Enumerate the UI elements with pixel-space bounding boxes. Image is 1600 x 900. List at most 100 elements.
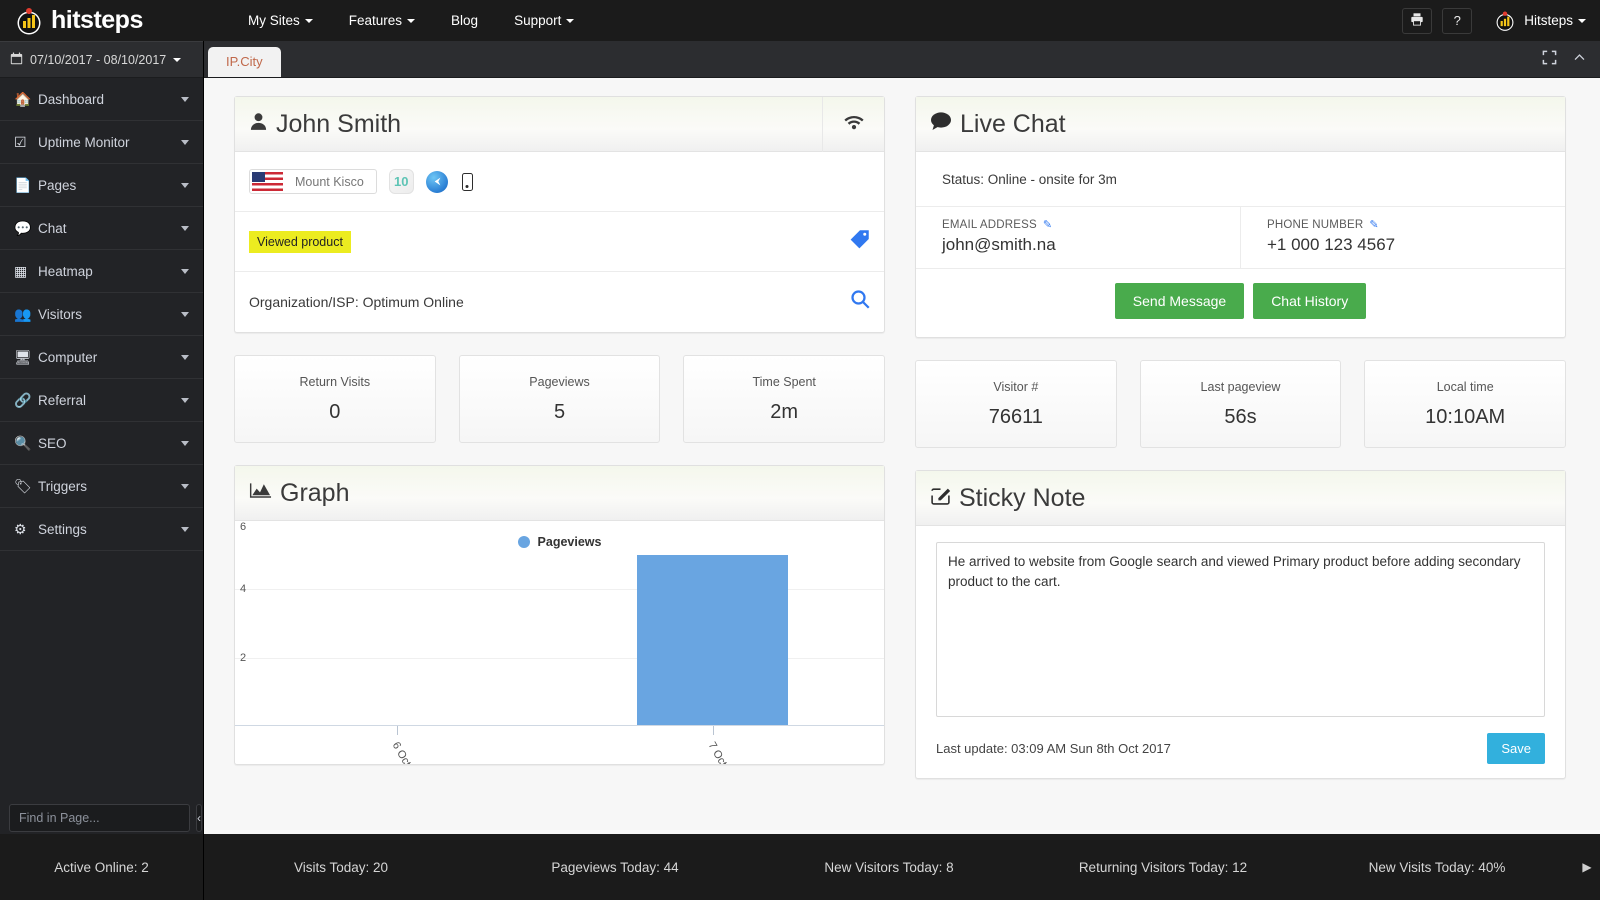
visitor-location-row: Mount Kisco 10 (235, 152, 884, 212)
sidebar-item-computer[interactable]: 🖥 Computer (0, 336, 203, 379)
users-icon: 👥 (14, 306, 38, 323)
stat-label: Time Spent (752, 375, 815, 389)
menu-item-support[interactable]: Support (496, 0, 592, 41)
sticky-note-footer: Last update: 03:09 AM Sun 8th Oct 2017 S… (936, 733, 1545, 764)
chevron-down-icon (181, 97, 189, 102)
main-content: John Smith (204, 78, 1600, 834)
mobile-icon (462, 173, 473, 191)
save-button[interactable]: Save (1487, 733, 1545, 764)
edit-icon (930, 485, 951, 512)
sidebar-item-triggers[interactable]: 🏷 Triggers (0, 465, 203, 508)
phone-label: PHONE NUMBER (1267, 219, 1363, 231)
menu-item-features[interactable]: Features (331, 0, 433, 41)
chevron-down-icon (1578, 19, 1586, 23)
sticky-note-textarea[interactable] (936, 542, 1545, 717)
x-tick (397, 726, 398, 735)
wifi-icon (844, 114, 864, 135)
main-menu: My Sites Features Blog Support (230, 0, 592, 41)
sidebar-item-label: Dashboard (38, 92, 181, 107)
footer-visits-today: Visits Today: 20 (204, 860, 478, 875)
footer-status-bar: Visits Today: 20 Pageviews Today: 44 New… (204, 834, 1600, 900)
isp-label: Organization/ISP: Optimum Online (249, 294, 464, 310)
pencil-icon[interactable]: ✎ (1369, 218, 1378, 231)
graph-title-label: Graph (280, 479, 349, 508)
graph-title: Graph (235, 479, 349, 508)
send-message-button[interactable]: Send Message (1115, 283, 1244, 319)
gears-icon: ⚙ (14, 521, 38, 538)
top-navbar: hitsteps My Sites Features Blog Support … (0, 0, 1600, 41)
help-button[interactable]: ? (1442, 8, 1472, 34)
expand-icon[interactable] (1542, 50, 1557, 68)
brand-logo-area[interactable]: hitsteps (0, 6, 196, 36)
right-column: Live Chat Status: Online - onsite for 3m… (915, 96, 1566, 801)
stat-label: Last pageview (1201, 380, 1281, 394)
sidebar-item-label: Visitors (38, 307, 181, 322)
menu-item-blog[interactable]: Blog (433, 0, 496, 41)
link-icon: 🔗 (14, 392, 38, 409)
live-chat-title-label: Live Chat (960, 110, 1066, 139)
y-tick-label: 2 (240, 652, 246, 664)
footer-returning-visitors-today: Returning Visitors Today: 12 (1026, 860, 1300, 875)
sidebar-item-label: Referral (38, 393, 181, 408)
stat-visitor-number: Visitor # 76611 (915, 360, 1117, 448)
connection-status[interactable] (822, 97, 884, 152)
sidebar-item-settings[interactable]: ⚙ Settings (0, 508, 203, 551)
date-range-picker[interactable]: 07/10/2017 - 08/10/2017 (0, 41, 203, 78)
sidebar-item-label: Pages (38, 178, 181, 193)
sidebar-item-dashboard[interactable]: 🏠 Dashboard (0, 78, 203, 121)
sidebar-collapse-button[interactable]: ‹ (196, 804, 202, 832)
chevron-down-icon (181, 183, 189, 188)
grid-icon: ▦ (14, 263, 38, 280)
footer-next-arrow[interactable]: ▶ (1574, 860, 1600, 874)
account-menu[interactable]: Hitsteps (1482, 10, 1586, 32)
chart-plot: 6 4 2 Pageviews (235, 521, 884, 726)
chevron-down-icon (181, 527, 189, 532)
sidebar-item-referral[interactable]: 🔗 Referral (0, 379, 203, 422)
tag-icon[interactable] (850, 229, 870, 255)
tab-bar: IP.City (204, 41, 1600, 78)
printer-icon (1410, 12, 1424, 29)
chevron-up-icon[interactable] (1573, 51, 1586, 67)
phone-value: +1 000 123 4567 (1267, 235, 1539, 255)
home-icon: 🏠 (14, 91, 38, 108)
bar-7-oct[interactable] (637, 555, 788, 725)
chevron-down-icon (181, 355, 189, 360)
live-chat-header: Live Chat (916, 97, 1565, 152)
stat-value: 0 (329, 401, 340, 424)
last-update-label: Last update: 03:09 AM Sun 8th Oct 2017 (936, 741, 1171, 756)
stat-value: 5 (554, 401, 565, 424)
chat-bubble-icon: 💬 (14, 220, 38, 237)
pencil-icon[interactable]: ✎ (1043, 218, 1052, 231)
contact-info: EMAIL ADDRESS ✎ john@smith.na PHONE NUMB… (916, 207, 1565, 269)
safari-icon (426, 171, 448, 193)
sticky-note-title-label: Sticky Note (959, 484, 1085, 513)
status-badge: Viewed product (249, 231, 351, 253)
sidebar-item-chat[interactable]: 💬 Chat (0, 207, 203, 250)
visitor-isp-row: Organization/ISP: Optimum Online (235, 272, 884, 332)
y-tick-label: 4 (240, 583, 246, 595)
chat-history-button[interactable]: Chat History (1253, 283, 1366, 319)
sidebar-item-label: SEO (38, 436, 181, 451)
tab-ip-city[interactable]: IP.City (208, 47, 281, 77)
phone-cell: PHONE NUMBER ✎ +1 000 123 4567 (1240, 207, 1565, 268)
chevron-down-icon (181, 269, 189, 274)
find-in-page-input[interactable] (9, 804, 190, 832)
sidebar-item-heatmap[interactable]: ▦ Heatmap (0, 250, 203, 293)
sidebar-item-uptime-monitor[interactable]: ☑ Uptime Monitor (0, 121, 203, 164)
chevron-down-icon (173, 58, 181, 62)
y-tick-label: 6 (240, 521, 246, 533)
search-icon[interactable] (850, 289, 870, 315)
area-chart-icon (249, 481, 272, 506)
menu-item-my-sites[interactable]: My Sites (230, 0, 331, 41)
user-icon (249, 112, 268, 137)
legend-label: Pageviews (538, 535, 602, 549)
sticky-note-title: Sticky Note (916, 484, 1085, 513)
email-value: john@smith.na (942, 235, 1214, 255)
account-name: Hitsteps (1524, 13, 1573, 28)
sidebar-item-visitors[interactable]: 👥 Visitors (0, 293, 203, 336)
visitor-panel-header: John Smith (235, 97, 884, 152)
sidebar-item-pages[interactable]: 📄 Pages (0, 164, 203, 207)
print-button[interactable] (1402, 8, 1432, 34)
os-badge-ios: 10 (389, 169, 414, 194)
sidebar-item-seo[interactable]: 🔍 SEO (0, 422, 203, 465)
